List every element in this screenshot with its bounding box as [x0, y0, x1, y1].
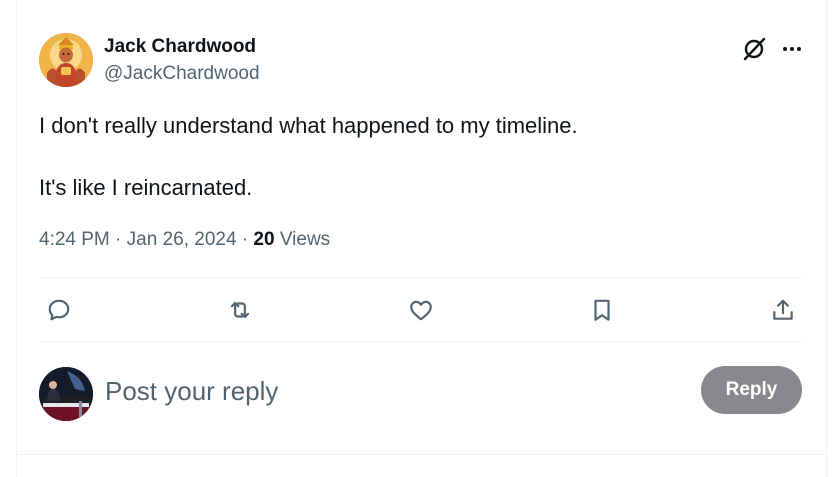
- author-name[interactable]: Jack Chardwood: [104, 36, 256, 58]
- bookmark-button[interactable]: [586, 294, 618, 326]
- tweet-column: Jack Chardwood @JackChardwood I don't re…: [16, 0, 827, 477]
- tweet-time[interactable]: 4:24 PM: [39, 229, 110, 250]
- meta-separator: ·: [236, 229, 254, 250]
- tweet-text: I don't really understand what happened …: [39, 113, 578, 200]
- divider-bottom: [39, 341, 804, 342]
- user-avatar[interactable]: [39, 367, 93, 421]
- views-count: 20: [253, 229, 275, 250]
- divider-top: [39, 277, 804, 278]
- meta-separator: ·: [109, 229, 127, 250]
- tweet-meta: 4:24 PM · Jan 26, 2024 · 20 Views: [39, 229, 330, 251]
- share-button[interactable]: [767, 294, 799, 326]
- tweet-date[interactable]: Jan 26, 2024: [127, 229, 237, 250]
- retweet-button[interactable]: [224, 294, 256, 326]
- author-handle[interactable]: @JackChardwood: [104, 63, 260, 85]
- retweet-icon: [230, 301, 250, 319]
- author-avatar[interactable]: [39, 33, 93, 87]
- grok-icon[interactable]: [741, 36, 767, 62]
- reply-input[interactable]: [105, 372, 685, 410]
- more-icon[interactable]: [779, 36, 805, 62]
- views-label: Views: [274, 229, 331, 250]
- bookmark-icon: [594, 299, 610, 321]
- section-divider: [17, 454, 826, 455]
- heart-icon: [410, 300, 432, 321]
- like-button[interactable]: [405, 294, 437, 326]
- pianist-avatar-image: [39, 367, 93, 421]
- reply-icon: [48, 299, 70, 321]
- reply-submit-button[interactable]: Reply: [701, 366, 802, 414]
- share-icon: [773, 299, 793, 320]
- deity-portrait-image: [39, 33, 93, 87]
- reply-button-action[interactable]: [43, 294, 75, 326]
